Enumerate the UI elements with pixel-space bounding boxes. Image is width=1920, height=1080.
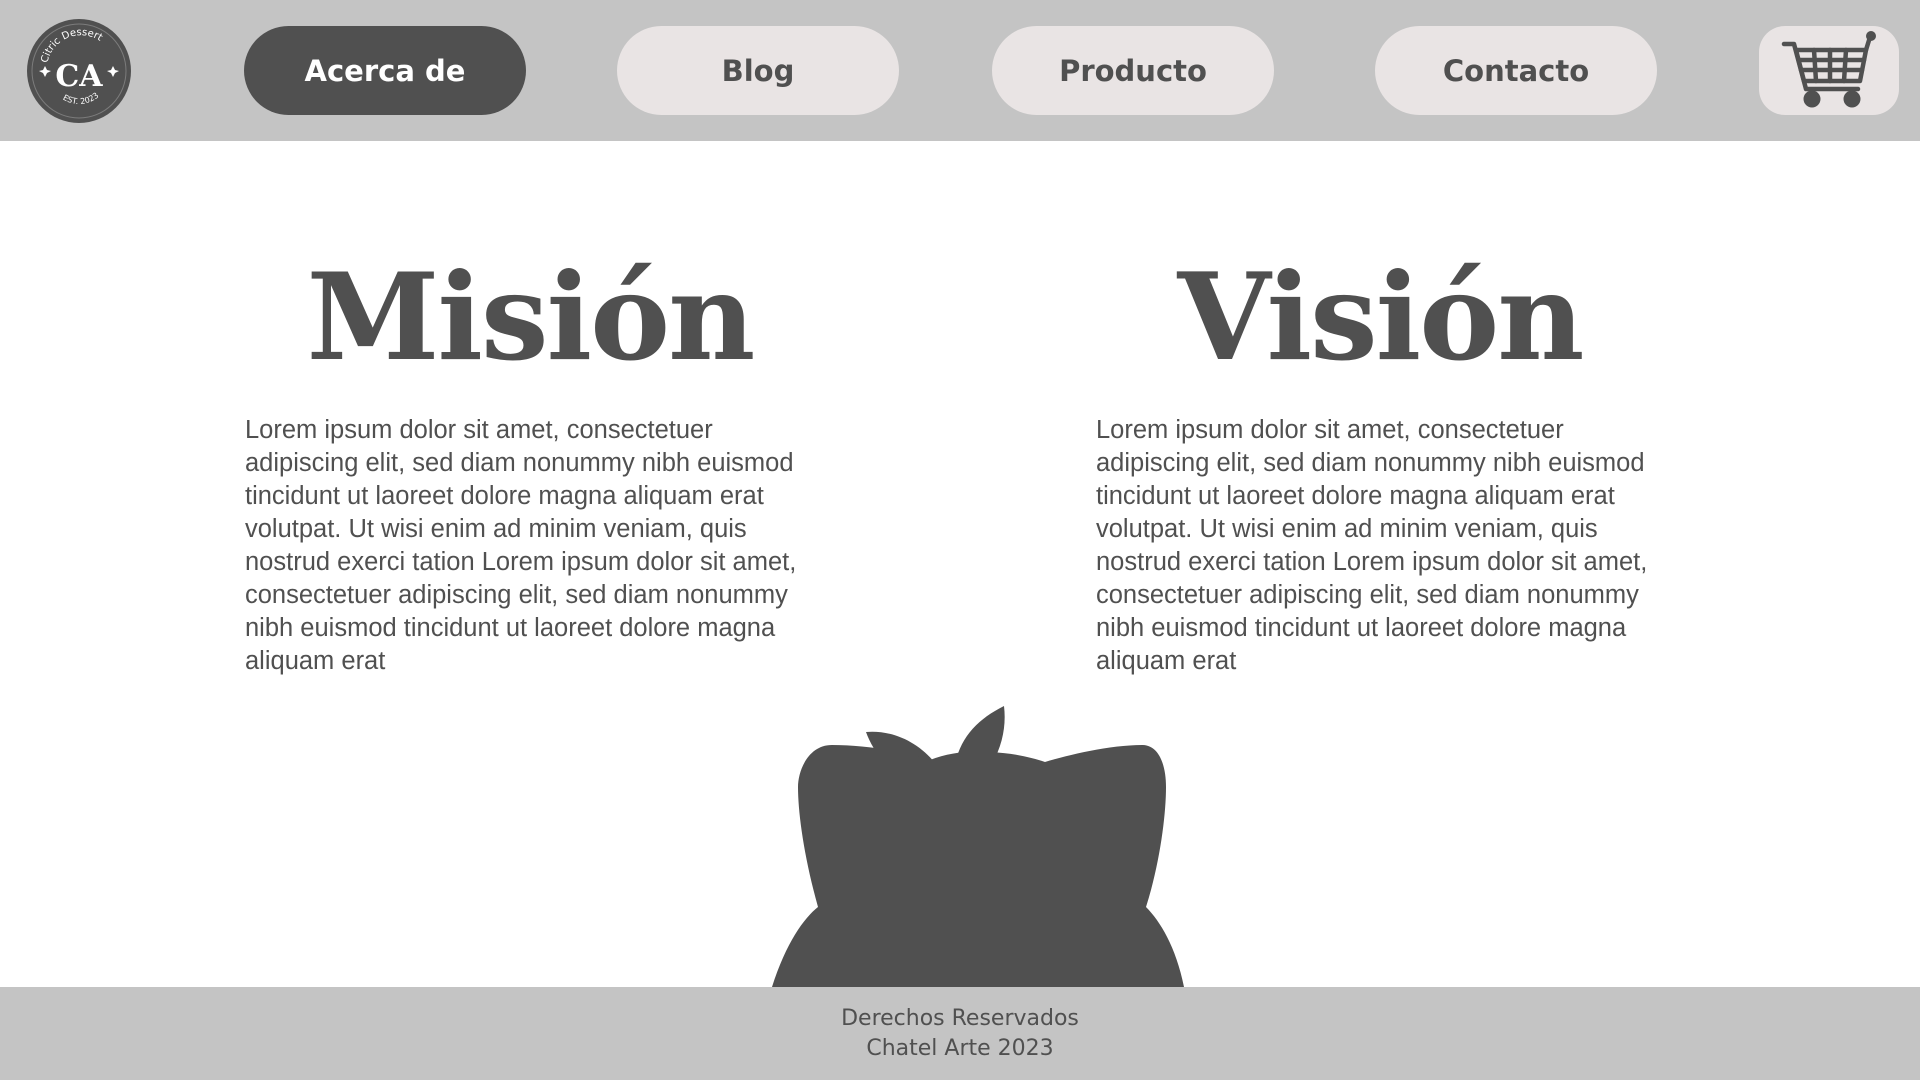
nav-contacto-button[interactable]: Contacto [1375, 26, 1657, 115]
footer-rights-text: Derechos Reservados [841, 1005, 1079, 1031]
footer-bar: Derechos Reservados Chatel Arte 2023 [0, 987, 1920, 1080]
header-bar: Citric Dessert EST. 2023 CA Acerca de Bl… [0, 0, 1920, 141]
cart-button[interactable] [1759, 26, 1899, 115]
sprout-pot-illustration [690, 625, 1230, 987]
sprout-pot-icon [772, 706, 1184, 987]
page: Citric Dessert EST. 2023 CA Acerca de Bl… [0, 0, 1920, 1080]
brand-logo[interactable]: Citric Dessert EST. 2023 CA [27, 19, 131, 123]
mision-heading: Misión [306, 247, 756, 388]
nav-blog-button[interactable]: Blog [617, 26, 899, 115]
shopping-cart-icon [1781, 30, 1876, 107]
citric-dessert-logo-icon: Citric Dessert EST. 2023 CA [31, 23, 127, 119]
nav-producto-button[interactable]: Producto [992, 26, 1274, 115]
logo-monogram: CA [55, 59, 103, 94]
footer-copyright-text: Chatel Arte 2023 [866, 1035, 1054, 1061]
nav-acerca-de-button[interactable]: Acerca de [244, 26, 526, 115]
vision-heading: Visión [1177, 247, 1584, 388]
